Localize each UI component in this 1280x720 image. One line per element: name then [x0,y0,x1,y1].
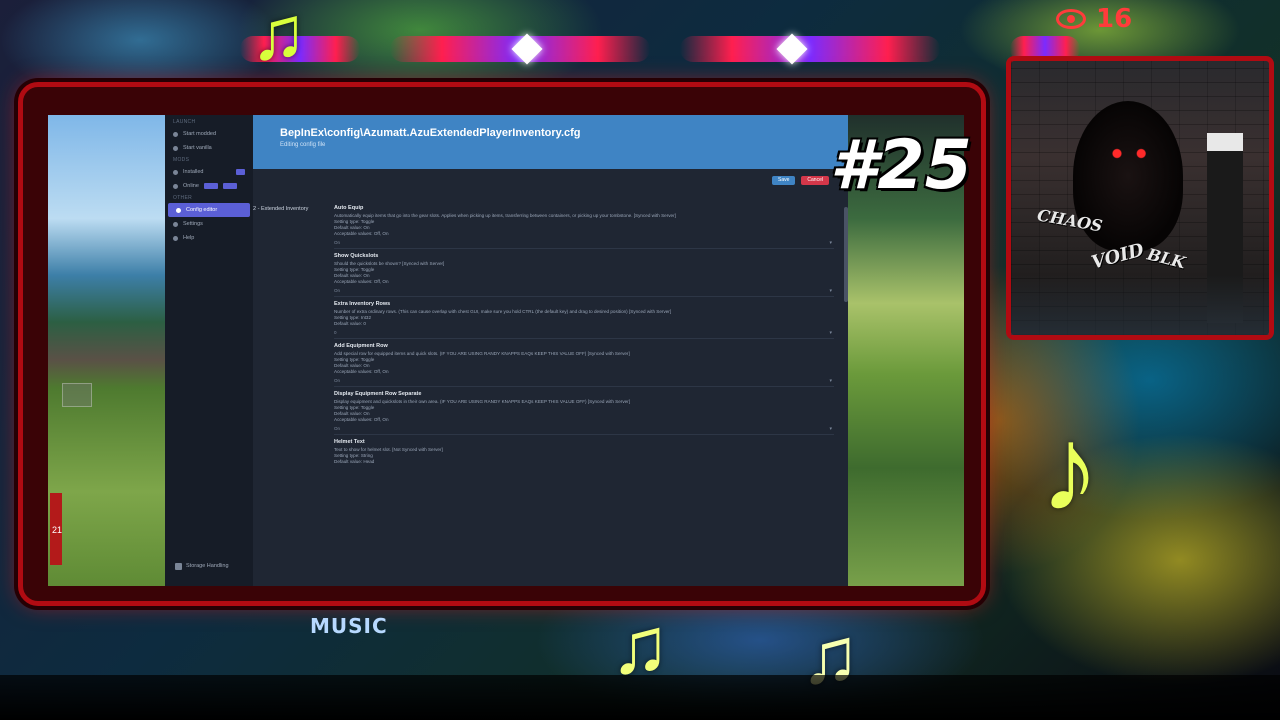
storage-label: Storage Handling [186,563,229,569]
viewer-count: 16 [1096,4,1133,34]
folder-icon [173,169,178,175]
sidebar-item-label: Start modded [183,131,217,137]
hud-slot [62,383,92,407]
play-icon [173,131,178,137]
sidebar-item-start-vanilla[interactable]: Start vanilla [165,141,253,155]
sidebar-bottom-notice[interactable]: Storage Handling [175,563,229,570]
game-view-left: 21 [48,115,165,586]
storage-icon [175,563,182,570]
audio-wave-center-right [680,36,940,62]
viewer-counter: 16 [1056,4,1132,34]
entry-title: Auto Equip [334,205,364,211]
sidebar-item-settings[interactable]: Settings [165,217,253,231]
sidebar-item-label: Settings [183,221,203,227]
health-value: 21 [52,525,63,535]
cancel-button[interactable]: Cancel [801,176,829,185]
sidebar-section-mods: Mods [173,157,190,163]
entry-title: Display Equipment Row Separate [334,391,422,397]
bottom-bar [0,675,1280,720]
entry-acceptable-values: Acceptable values: Off, On [334,417,389,422]
sidebar-item-start-modded[interactable]: Start modded [165,127,253,141]
config-entry-display-equipment-row-separate: Display Equipment Row Separate Display e… [334,391,844,435]
entry-default-value: Default value: Head [334,459,375,464]
config-section-label: 2 - Extended Inventory [253,206,309,212]
entry-default-value: Default value: 0 [334,321,366,326]
game-capture: 21 Launch Start modded Start vanilla Mod… [48,115,964,586]
sidebar-section-other: Other [173,195,192,201]
config-entry-helmet-text: Helmet Text Text to show for helmet slot… [334,439,844,465]
eye-icon [1056,9,1086,29]
count-badge [203,183,218,189]
sidebar-item-config-editor[interactable]: Config editor [168,203,250,217]
music-label: MUSIC [310,614,388,638]
entry-value-select[interactable]: On [334,240,834,249]
sidebar-item-online[interactable]: Online [165,179,253,193]
config-entries: Auto Equip Automatically equip items tha… [334,205,844,469]
config-file-path: BepInEx\config\Azumatt.AzuExtendedPlayer… [280,127,581,139]
edit-icon [176,207,181,213]
entry-value-input[interactable]: 0 [334,330,834,339]
sidebar-item-label: Installed [183,169,204,175]
editor-header: BepInEx\config\Azumatt.AzuExtendedPlayer… [253,115,848,169]
entry-acceptable-values: Acceptable values: Off, On [334,231,389,236]
sidebar-item-label: Start vanilla [183,145,212,151]
entry-value-select[interactable]: On [334,288,834,297]
sidebar-item-label: Online [183,183,199,189]
webcam-frame: CHAOS VOID BLK [1006,56,1274,340]
entry-title: Add Equipment Row [334,343,388,349]
entry-value-select[interactable]: On [334,378,834,387]
entry-title: Extra Inventory Rows [334,301,391,307]
music-note-icon: ♪ [1040,402,1100,536]
save-button[interactable]: Save [772,176,796,185]
sidebar: Launch Start modded Start vanilla Mods I… [165,115,253,586]
sidebar-item-label: Config editor [186,207,218,213]
config-entry-add-equipment-row: Add Equipment Row Add special row for eq… [334,343,844,387]
count-badge [236,169,245,175]
config-entry-extra-inventory-rows: Extra Inventory Rows Number of extra ord… [334,301,844,339]
sidebar-item-label: Help [183,235,195,241]
webcam-floor [1011,275,1269,335]
play-icon [173,145,178,151]
music-note-icon: ♫ [250,0,307,76]
config-entry-show-quickslots: Show Quickslots Should the quickslots be… [334,253,844,297]
editor-actions: Save Cancel [772,176,829,185]
sidebar-section-launch: Launch [173,119,196,125]
count-badge [222,183,237,189]
entry-acceptable-values: Acceptable values: Off, On [334,279,389,284]
episode-number: #25 [830,126,972,205]
help-icon [173,235,178,241]
sidebar-item-installed[interactable]: Installed [165,165,253,179]
scrollbar[interactable] [844,207,848,302]
entry-title: Helmet Text [334,439,365,445]
gear-icon [173,221,178,227]
globe-icon [173,183,178,189]
editor-subtitle: Editing config file [280,142,326,148]
entry-value-select[interactable]: On [334,426,834,435]
sidebar-item-help[interactable]: Help [165,231,253,245]
entry-title: Show Quickslots [334,253,379,259]
entry-acceptable-values: Acceptable values: Off, On [334,369,389,374]
config-entry-auto-equip: Auto Equip Automatically equip items tha… [334,205,844,249]
